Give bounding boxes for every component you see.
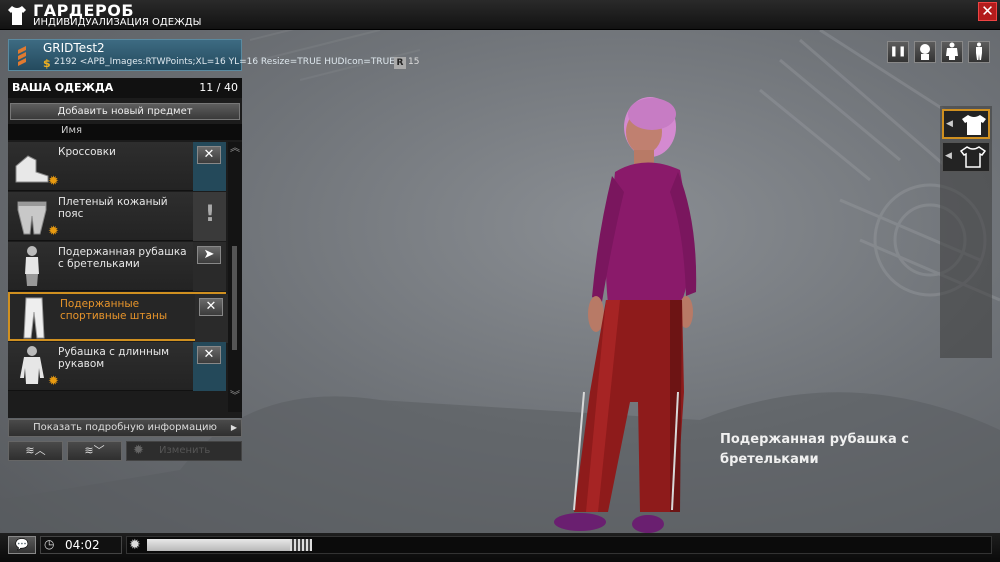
item-action-area: ✕	[193, 342, 226, 391]
shirt-icon	[8, 6, 26, 25]
item-name: Кроссовки	[58, 146, 116, 158]
tank-top-icon	[25, 246, 39, 286]
rank-stripes-icon	[18, 46, 26, 66]
remove-item-button[interactable]: ✕	[197, 146, 221, 164]
item-action-area: ➤	[193, 242, 226, 291]
gear-icon: ✹	[129, 537, 141, 553]
equip-item-button[interactable]: ➤	[197, 246, 221, 264]
head-icon	[920, 44, 930, 60]
belt-icon	[17, 201, 47, 235]
list-item[interactable]: Плетеный кожаный пояс ✹ !	[8, 192, 226, 241]
progress-bar: ✹	[126, 536, 992, 554]
gear-icon: ✹	[48, 224, 59, 239]
item-action-area: ✕	[193, 142, 226, 191]
character-model	[554, 97, 697, 533]
item-action-area: !	[193, 192, 226, 241]
sneakers-icon	[15, 155, 49, 183]
item-action-area: ✕	[195, 294, 228, 343]
item-name: Подержанная рубашка с бретельками	[58, 246, 187, 270]
full-body-icon	[976, 42, 982, 60]
add-item-button[interactable]: Добавить новый предмет	[10, 103, 240, 120]
scroll-up-icon[interactable]: ︽	[229, 144, 241, 162]
scroll-thumb[interactable]	[232, 246, 237, 350]
list-item[interactable]: Рубашка с длинным рукавом ✹ ✕	[8, 342, 226, 391]
slot-top-alt[interactable]: ◀	[942, 142, 990, 172]
chat-icon: 💬	[15, 538, 29, 551]
remove-item-button[interactable]: ✕	[199, 298, 223, 316]
window-subtitle: ИНДИВИДУАЛИЗАЦИЯ ОДЕЖДЫ	[33, 17, 202, 28]
move-up-button[interactable]: ≋︿	[8, 441, 63, 461]
clock-time: 04:02	[65, 538, 100, 552]
view-head-button[interactable]	[914, 41, 936, 63]
show-details-button[interactable]: Показать подробную информацию ▶	[8, 419, 242, 437]
item-caption: Подержанная рубашка с бретельками	[720, 432, 910, 467]
item-count: 11 / 40	[199, 81, 238, 94]
close-button[interactable]: ✕	[978, 2, 997, 21]
long-sleeve-shirt-icon	[20, 346, 44, 384]
change-button[interactable]: ✹ Изменить	[126, 441, 242, 461]
panel-title: ВАША ОДЕЖДА	[12, 81, 114, 94]
warning-icon: !	[204, 202, 216, 227]
show-details-label: Показать подробную информацию	[33, 422, 217, 433]
pause-icon: ❚❚	[889, 46, 907, 57]
list-item[interactable]: Подержанная рубашка с бретельками ➤	[8, 242, 226, 291]
panel-header: ВАША ОДЕЖДА 11 / 40	[8, 78, 242, 98]
wardrobe-panel: ВАША ОДЕЖДА 11 / 40 Добавить новый предм…	[8, 78, 242, 418]
arrow-left-icon: ◀	[946, 119, 953, 129]
change-label: Изменить	[159, 445, 211, 456]
player-info: GRIDTest2 $ 2192 <APB_Images:RTWPoints;X…	[8, 39, 419, 71]
view-torso-button[interactable]	[941, 41, 963, 63]
item-name: Плетеный кожаный пояс	[58, 196, 168, 220]
remove-item-button[interactable]: ✕	[197, 346, 221, 364]
item-name: Рубашка с длинным рукавом	[58, 346, 170, 370]
arrow-left-icon: ◀	[945, 151, 952, 161]
stack-up-icon: ≋︿	[25, 444, 46, 457]
player-points: 2192 <APB_Images:RTWPoints;XL=16 YL=16 R…	[54, 57, 402, 67]
clock-icon: ◷	[44, 537, 55, 551]
shirt-filled-icon	[962, 115, 986, 135]
gear-icon: ✹	[48, 374, 59, 389]
slot-top-equipped[interactable]: ◀	[942, 109, 990, 139]
clothing-list[interactable]: Кроссовки ✹ ✕ Плетеный кожаный пояс ✹ ! …	[8, 142, 228, 392]
view-full-body-button[interactable]	[968, 41, 990, 63]
stack-down-icon: ≋﹀	[84, 444, 105, 457]
title-bar: ГАРДЕРОБ ИНДИВИДУАЛИЗАЦИЯ ОДЕЖДЫ ✕	[0, 0, 1000, 30]
list-item[interactable]: Кроссовки ✹ ✕	[8, 142, 226, 191]
pause-button[interactable]: ❚❚	[887, 41, 909, 63]
list-scrollbar[interactable]: ︽ ︾	[228, 142, 242, 412]
gear-icon: ✹	[133, 443, 144, 458]
rating-icon: R	[394, 57, 406, 69]
shirt-outline-icon	[959, 146, 987, 168]
torso-icon	[946, 42, 958, 60]
gear-icon: ✹	[48, 174, 59, 189]
clothing-slots: ◀ ◀	[940, 106, 992, 358]
player-points-text: 2192 <APB_Images:RTWPoints;XL=16 YL=16 R…	[54, 57, 403, 67]
move-down-button[interactable]: ≋﹀	[67, 441, 122, 461]
player-name: GRIDTest2	[43, 41, 105, 55]
item-name: Подержанные спортивные штаны	[60, 298, 168, 322]
progress-fill	[147, 539, 290, 551]
chat-button[interactable]: 💬	[8, 536, 36, 554]
pants-icon	[23, 297, 45, 339]
column-name-label: Имя	[61, 125, 83, 136]
rating-value: 15	[408, 57, 420, 67]
arrow-right-icon: ▶	[230, 423, 237, 432]
currency-icon: $	[43, 57, 51, 70]
list-item-selected[interactable]: Подержанные спортивные штаны ✕	[8, 292, 228, 343]
clock: ◷ 04:02	[40, 536, 122, 554]
column-header[interactable]: Имя	[8, 124, 242, 140]
progress-ticks	[290, 539, 312, 551]
scroll-down-icon[interactable]: ︾	[229, 392, 241, 410]
